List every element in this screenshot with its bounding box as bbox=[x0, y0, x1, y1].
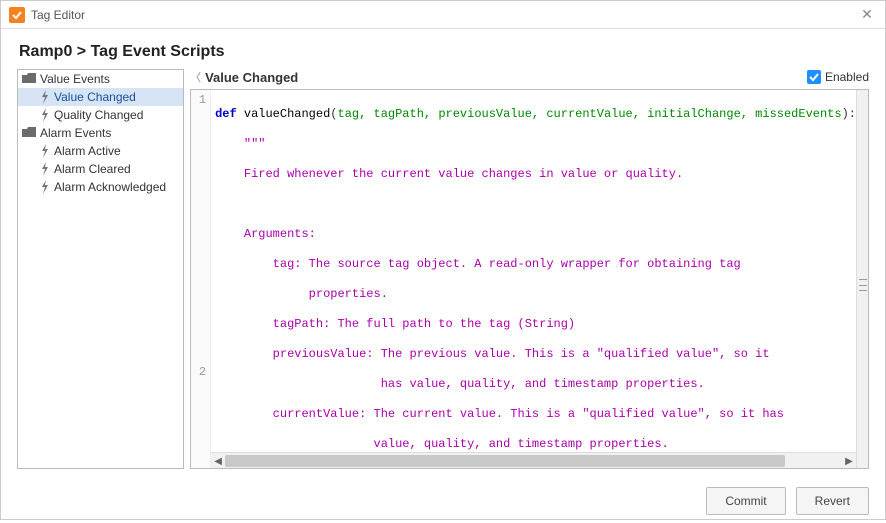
bolt-icon bbox=[40, 90, 50, 104]
token-fn: valueChanged bbox=[237, 107, 331, 121]
scroll-right-icon[interactable]: ▶ bbox=[842, 453, 856, 469]
line-gutter: 1 2 bbox=[191, 90, 211, 468]
back-icon[interactable]: 〈 bbox=[190, 69, 201, 85]
tree-item-quality-changed[interactable]: Quality Changed bbox=[18, 106, 183, 124]
gutter-blank bbox=[191, 316, 206, 332]
gutter-blank bbox=[191, 300, 206, 316]
gutter-blank bbox=[191, 188, 206, 204]
app-icon bbox=[9, 7, 25, 23]
horizontal-scrollbar[interactable]: ◀ ▶ bbox=[211, 452, 856, 468]
gutter-line: 1 bbox=[191, 92, 206, 108]
tree-item-label: Quality Changed bbox=[54, 108, 143, 122]
close-icon[interactable]: ✕ bbox=[857, 6, 877, 23]
dialog-footer: Commit Revert bbox=[1, 479, 885, 523]
token-paren: ): bbox=[842, 107, 856, 121]
token-docstring: Fired whenever the current value changes… bbox=[215, 167, 683, 181]
gutter-blank bbox=[191, 172, 206, 188]
bolt-icon bbox=[40, 180, 50, 194]
window-title: Tag Editor bbox=[31, 8, 857, 22]
gutter-blank bbox=[191, 140, 206, 156]
titlebar: Tag Editor ✕ bbox=[1, 1, 885, 29]
checkbox-icon bbox=[807, 70, 821, 84]
scroll-thumb[interactable] bbox=[225, 455, 785, 467]
editor-header: 〈 Value Changed Enabled bbox=[190, 69, 869, 89]
tree-group-label[interactable]: Alarm Events bbox=[18, 124, 183, 142]
gutter-blank bbox=[191, 204, 206, 220]
token-docstring: currentValue: The current value. This is… bbox=[215, 407, 784, 421]
token-docstring: previousValue: The previous value. This … bbox=[215, 347, 770, 361]
folder-icon bbox=[22, 127, 36, 139]
tree-item-value-changed[interactable]: Value Changed bbox=[18, 88, 183, 106]
token-args: tag, tagPath, previousValue, currentValu… bbox=[338, 107, 842, 121]
commit-button[interactable]: Commit bbox=[706, 487, 785, 515]
gutter-blank bbox=[191, 252, 206, 268]
token-docstring: """ bbox=[215, 137, 265, 151]
token-docstring: tag: The source tag object. A read-only … bbox=[215, 257, 741, 271]
gutter-blank bbox=[191, 284, 206, 300]
tree-group-alarm-events: Alarm Events Alarm Active Alarm Cleared … bbox=[18, 124, 183, 196]
gutter-blank bbox=[191, 236, 206, 252]
bolt-icon bbox=[40, 162, 50, 176]
scroll-left-icon[interactable]: ◀ bbox=[211, 453, 225, 469]
tree-item-alarm-active[interactable]: Alarm Active bbox=[18, 142, 183, 160]
token-docstring: tagPath: The full path to the tag (Strin… bbox=[215, 317, 575, 331]
revert-button[interactable]: Revert bbox=[796, 487, 869, 515]
gutter-blank bbox=[191, 332, 206, 348]
tree-item-label: Alarm Acknowledged bbox=[54, 180, 166, 194]
breadcrumb: Ramp0 > Tag Event Scripts bbox=[1, 29, 885, 69]
gutter-blank bbox=[191, 124, 206, 140]
tree-group-value-events: Value Events Value Changed Quality Chang… bbox=[18, 70, 183, 124]
code-editor[interactable]: 1 2 def valueChanged(tag, tagPath, bbox=[190, 89, 869, 469]
token-docstring: value, quality, and timestamp properties… bbox=[215, 437, 669, 451]
token-docstring: Arguments: bbox=[215, 227, 316, 241]
tree-item-label: Alarm Active bbox=[54, 144, 121, 158]
tree-group-text: Value Events bbox=[40, 72, 110, 86]
folder-icon bbox=[22, 73, 36, 85]
gutter-line: 2 bbox=[191, 364, 206, 380]
token-keyword: def bbox=[215, 107, 237, 121]
tree-group-text: Alarm Events bbox=[40, 126, 111, 140]
token-docstring: properties. bbox=[215, 287, 388, 301]
token-paren: ( bbox=[330, 107, 337, 121]
gutter-blank bbox=[191, 108, 206, 124]
gutter-blank bbox=[191, 348, 206, 364]
gutter-blank bbox=[191, 220, 206, 236]
token-docstring: has value, quality, and timestamp proper… bbox=[215, 377, 705, 391]
tree-group-label[interactable]: Value Events bbox=[18, 70, 183, 88]
enabled-label: Enabled bbox=[825, 70, 869, 84]
bolt-icon bbox=[40, 144, 50, 158]
editor-panel: 〈 Value Changed Enabled 1 bbox=[190, 69, 869, 469]
tree-item-alarm-acknowledged[interactable]: Alarm Acknowledged bbox=[18, 178, 183, 196]
event-tree[interactable]: Value Events Value Changed Quality Chang… bbox=[17, 69, 184, 469]
gutter-blank bbox=[191, 268, 206, 284]
bolt-icon bbox=[40, 108, 50, 122]
vertical-scrollbar[interactable] bbox=[856, 90, 868, 468]
tree-item-label: Alarm Cleared bbox=[54, 162, 131, 176]
code-text[interactable]: def valueChanged(tag, tagPath, previousV… bbox=[211, 90, 856, 468]
tree-item-label: Value Changed bbox=[54, 90, 136, 104]
editor-title: Value Changed bbox=[205, 70, 807, 85]
enabled-checkbox[interactable]: Enabled bbox=[807, 70, 869, 84]
gutter-blank bbox=[191, 156, 206, 172]
main-area: Value Events Value Changed Quality Chang… bbox=[1, 69, 885, 479]
tree-item-alarm-cleared[interactable]: Alarm Cleared bbox=[18, 160, 183, 178]
scroll-grip-icon bbox=[859, 279, 867, 291]
